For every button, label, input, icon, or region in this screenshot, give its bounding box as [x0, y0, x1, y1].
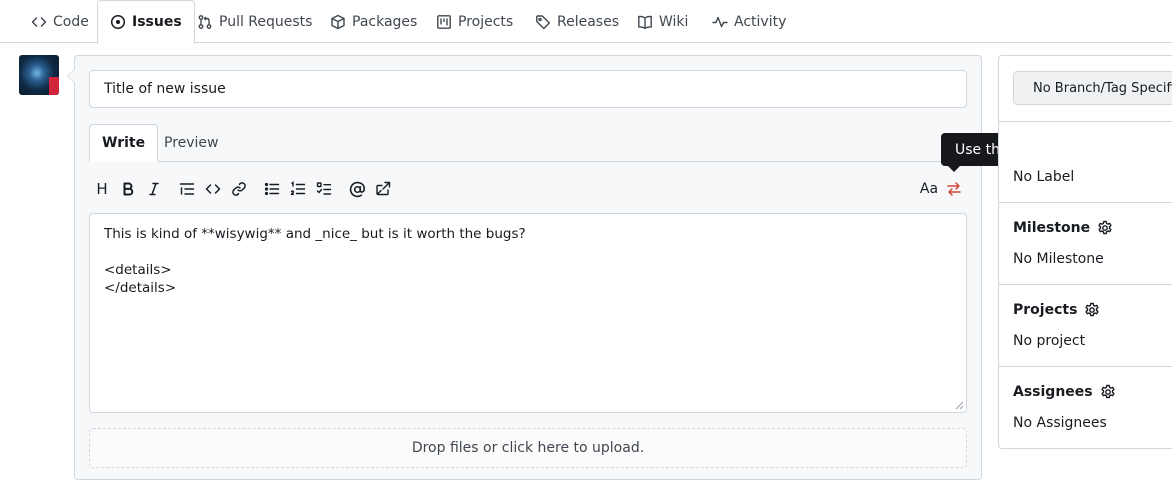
- tab-code-label: Code: [53, 13, 89, 30]
- tab-projects[interactable]: Projects: [436, 0, 513, 43]
- sidebar-divider: [999, 284, 1172, 285]
- cross-reference-button[interactable]: [373, 179, 393, 199]
- tab-wiki[interactable]: Wiki: [637, 0, 688, 43]
- branch-tag-label: No Branch/Tag Specified: [1033, 80, 1172, 96]
- tab-activity[interactable]: Activity: [712, 0, 786, 43]
- code-icon: [205, 181, 221, 197]
- tab-packages-label: Packages: [352, 13, 418, 30]
- file-dropzone[interactable]: Drop files or click here to upload.: [89, 428, 967, 468]
- project-icon: [436, 14, 452, 30]
- tag-icon: [535, 14, 551, 30]
- repo-nav: Code Issues Pull Requests Packages Proje…: [0, 0, 1172, 44]
- tab-write[interactable]: Write: [89, 124, 159, 162]
- labels-value: No Label: [1013, 169, 1075, 185]
- tab-issues-label: Issues: [132, 14, 182, 30]
- cross-reference-icon: [375, 181, 391, 197]
- gear-icon[interactable]: [1097, 220, 1113, 236]
- book-icon: [637, 14, 653, 30]
- tab-pull-requests[interactable]: Pull Requests: [197, 0, 312, 43]
- code-button[interactable]: [203, 179, 223, 199]
- link-button[interactable]: [229, 179, 249, 199]
- assignees-heading[interactable]: Assignees: [1013, 384, 1116, 400]
- assignees-value: No Assignees: [1013, 415, 1107, 431]
- milestone-heading-label: Milestone: [1013, 220, 1091, 236]
- legacy-editor-button[interactable]: [944, 179, 964, 199]
- sidebar-divider: [999, 121, 1172, 122]
- link-icon: [231, 181, 247, 197]
- tab-issues[interactable]: Issues: [97, 0, 195, 44]
- bold-button[interactable]: [118, 179, 138, 199]
- tab-write-label: Write: [102, 135, 146, 151]
- heading-button[interactable]: H: [92, 179, 112, 199]
- issue-title-input[interactable]: [89, 70, 967, 108]
- bold-icon: [120, 181, 136, 197]
- font-toggle-icon: Aa: [919, 181, 939, 197]
- tab-code[interactable]: Code: [31, 0, 89, 43]
- pulse-icon: [712, 14, 728, 30]
- resize-handle-icon[interactable]: [954, 400, 964, 410]
- tab-projects-label: Projects: [458, 13, 514, 30]
- numbered-list-icon: [290, 181, 306, 197]
- tab-releases[interactable]: Releases: [535, 0, 619, 43]
- sidebar-divider: [999, 366, 1172, 367]
- projects-heading-label: Projects: [1013, 302, 1078, 318]
- italic-button[interactable]: [144, 179, 164, 199]
- pull-request-icon: [197, 14, 213, 30]
- package-icon: [330, 14, 346, 30]
- bullet-list-button[interactable]: [262, 179, 282, 199]
- card-pointer: [67, 68, 75, 84]
- mention-icon: [349, 181, 366, 198]
- tab-wiki-label: Wiki: [659, 13, 689, 30]
- heading-icon: H: [96, 180, 108, 198]
- issue-body-editor[interactable]: This is kind of **wisywig** and _nice_ b…: [89, 213, 967, 413]
- sidebar-divider: [999, 202, 1172, 203]
- assignees-heading-label: Assignees: [1013, 384, 1093, 400]
- projects-value: No project: [1013, 333, 1086, 349]
- mention-button[interactable]: [347, 179, 367, 199]
- issue-icon: [110, 14, 126, 30]
- tab-preview[interactable]: Preview: [152, 124, 231, 162]
- branch-tag-button[interactable]: No Branch/Tag Specified: [1013, 71, 1172, 105]
- code-icon: [31, 14, 47, 30]
- milestone-value: No Milestone: [1013, 251, 1104, 267]
- tab-activity-label: Activity: [734, 13, 787, 30]
- quote-button[interactable]: [177, 179, 197, 199]
- quote-icon: [179, 181, 195, 197]
- milestone-heading[interactable]: Milestone: [1013, 220, 1113, 236]
- gear-icon[interactable]: [1084, 302, 1100, 318]
- dropzone-label: Drop files or click here to upload.: [411, 440, 645, 456]
- tab-preview-label: Preview: [164, 135, 219, 151]
- avatar[interactable]: [19, 55, 59, 95]
- font-toggle-button[interactable]: Aa: [918, 179, 940, 199]
- tab-packages[interactable]: Packages: [330, 0, 417, 43]
- switch-editor-icon: [946, 181, 962, 197]
- task-list-icon: [316, 181, 332, 197]
- tab-releases-label: Releases: [557, 13, 619, 30]
- italic-icon: [146, 181, 162, 197]
- gear-icon[interactable]: [1100, 384, 1116, 400]
- tab-pull-requests-label: Pull Requests: [219, 13, 313, 30]
- projects-heading[interactable]: Projects: [1013, 302, 1100, 318]
- numbered-list-button[interactable]: [288, 179, 308, 199]
- bullet-list-icon: [264, 181, 280, 197]
- task-list-button[interactable]: [314, 179, 334, 199]
